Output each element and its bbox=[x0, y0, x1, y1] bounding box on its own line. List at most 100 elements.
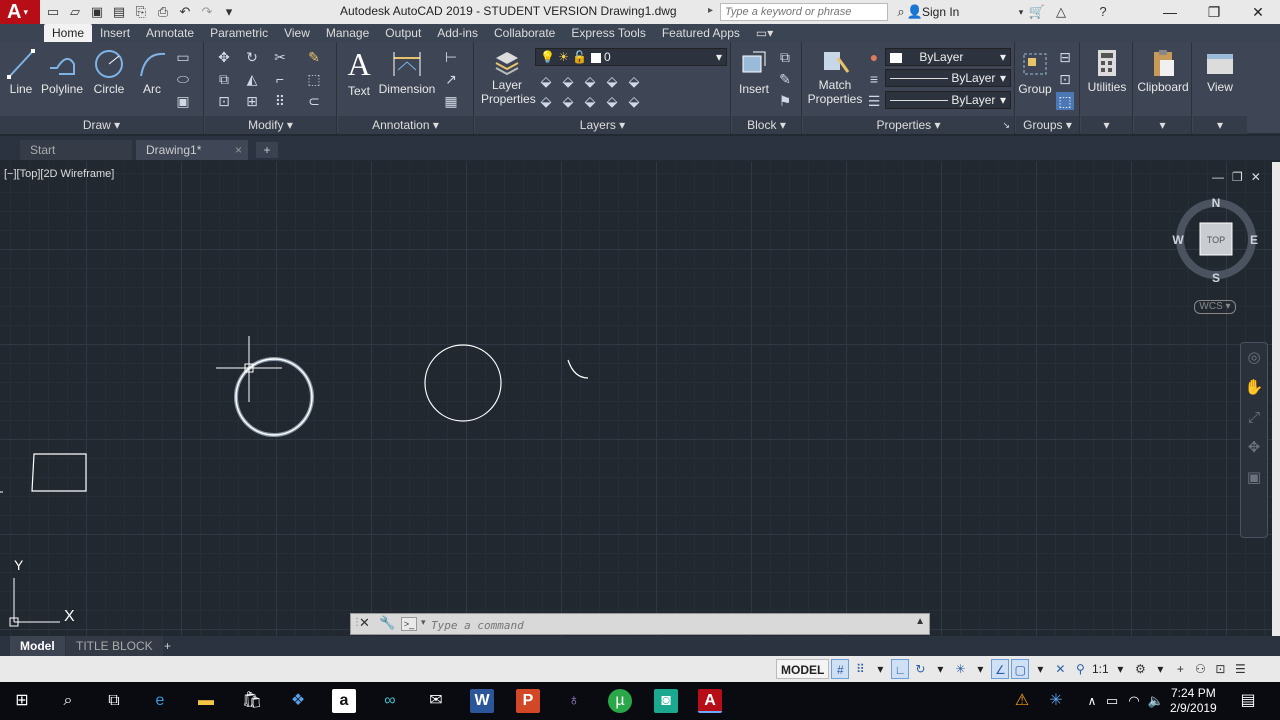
object-snap-icon[interactable]: ▢ bbox=[1011, 659, 1030, 679]
dialog-launcher-icon[interactable]: ↘ bbox=[1002, 116, 1010, 134]
app-menu-button[interactable]: A ▾ bbox=[0, 0, 40, 24]
wcs-menu-button[interactable]: WCS ▾ bbox=[1194, 300, 1236, 314]
insert-tool[interactable]: Insert bbox=[734, 48, 774, 96]
layer-isolate-icon[interactable]: ⬙ bbox=[559, 72, 577, 90]
mail-icon[interactable]: ✉ bbox=[424, 689, 448, 713]
color-dropdown[interactable]: ByLayer ▾ bbox=[885, 48, 1011, 66]
auto-scale-icon[interactable]: ⚲ bbox=[1071, 659, 1089, 679]
copy-icon[interactable]: ⧉ bbox=[215, 70, 233, 88]
action-center-icon[interactable]: ▤ bbox=[1236, 689, 1260, 713]
annotation-scale[interactable]: 1:1 bbox=[1091, 659, 1109, 679]
sign-in-link[interactable]: Sign In bbox=[922, 5, 959, 19]
layers-panel-footer[interactable]: Layers ▾ bbox=[475, 116, 730, 134]
model-space-toggle[interactable]: MODEL bbox=[776, 659, 830, 679]
clipboard-tool[interactable]: Clipboard bbox=[1134, 48, 1192, 94]
command-input[interactable] bbox=[431, 617, 891, 633]
ungroup-icon[interactable]: ⊟ bbox=[1056, 48, 1074, 66]
layer-previous-icon[interactable]: ⬙ bbox=[625, 92, 643, 110]
group-tool[interactable]: Group bbox=[1016, 48, 1054, 96]
zoom-extents-icon[interactable]: ⤢ bbox=[1241, 403, 1267, 433]
new-tab-button[interactable]: + bbox=[256, 142, 278, 158]
tab-annotate[interactable]: Annotate bbox=[138, 24, 202, 42]
plus-icon[interactable]: + bbox=[1171, 659, 1189, 679]
help-icon[interactable]: ? bbox=[1094, 3, 1112, 21]
tab-insert[interactable]: Insert bbox=[92, 24, 138, 42]
save-as-icon[interactable]: ▤ bbox=[110, 3, 128, 21]
open-file-icon[interactable]: ▱ bbox=[66, 3, 84, 21]
tab-manage[interactable]: Manage bbox=[318, 24, 377, 42]
modify-panel-footer[interactable]: Modify ▾ bbox=[205, 116, 336, 134]
a360-icon[interactable]: △ bbox=[1052, 3, 1070, 21]
group-edit-icon[interactable]: ⊡ bbox=[1056, 70, 1074, 88]
close-button[interactable]: ✕ bbox=[1236, 0, 1280, 24]
clean-screen-icon[interactable]: ⊡ bbox=[1211, 659, 1229, 679]
word-icon[interactable]: W bbox=[470, 689, 494, 713]
fillet-icon[interactable]: ⌐ bbox=[271, 70, 289, 88]
object-snap-tracking-icon[interactable]: ∠ bbox=[991, 659, 1010, 679]
erase-icon[interactable]: ✎ bbox=[305, 48, 323, 66]
battery-icon[interactable]: ▭ bbox=[1100, 689, 1124, 713]
powerpoint-icon[interactable]: P bbox=[516, 689, 540, 713]
rotate-icon[interactable]: ↻ bbox=[243, 48, 261, 66]
dimension-tool[interactable]: Dimension bbox=[378, 48, 436, 96]
line-tool[interactable]: Line bbox=[4, 48, 38, 96]
color-wheel-icon[interactable]: ● bbox=[865, 48, 883, 66]
mirror-icon[interactable]: ◭ bbox=[243, 70, 261, 88]
ribbon-display-toggle-icon[interactable]: ▭▾ bbox=[748, 24, 781, 42]
layer-freeze-icon[interactable]: ⬙ bbox=[581, 72, 599, 90]
tab-collaborate[interactable]: Collaborate bbox=[486, 24, 563, 42]
minimize-button[interactable]: — bbox=[1148, 0, 1192, 24]
chevron-down-icon[interactable]: ▾ bbox=[931, 659, 949, 679]
create-block-icon[interactable]: ⧉ bbox=[776, 48, 794, 66]
windows-start-icon[interactable]: ⊞ bbox=[10, 689, 34, 713]
block-panel-footer[interactable]: Block ▾ bbox=[732, 116, 801, 134]
tab-start[interactable]: Start bbox=[20, 140, 132, 160]
utilities-panel-footer[interactable]: ▾ bbox=[1081, 116, 1132, 134]
rectangle-icon[interactable]: ▭ bbox=[174, 48, 192, 66]
lineweight-dropdown[interactable]: ByLayer ▾ bbox=[885, 69, 1011, 87]
redo-icon[interactable]: ↷ bbox=[198, 3, 216, 21]
chevron-down-icon[interactable]: ▾ bbox=[871, 659, 889, 679]
linetype-dropdown[interactable]: ByLayer ▾ bbox=[885, 91, 1011, 109]
store-icon[interactable]: 🛍 bbox=[240, 689, 264, 713]
volume-icon[interactable]: 🔈 bbox=[1144, 689, 1168, 713]
canvas-scroll-strip[interactable] bbox=[1272, 162, 1280, 636]
qat-customize-icon[interactable]: ▾ bbox=[220, 3, 238, 21]
viewport-controls-label[interactable]: [−][Top][2D Wireframe] bbox=[4, 168, 114, 180]
layer-on-icon[interactable]: ⬙ bbox=[537, 92, 555, 110]
tab-output[interactable]: Output bbox=[377, 24, 429, 42]
table-icon[interactable]: ▦ bbox=[442, 92, 460, 110]
undo-icon[interactable]: ↶ bbox=[176, 3, 194, 21]
viewport-restore-icon[interactable]: ❐ bbox=[1232, 170, 1243, 184]
isodraft-icon[interactable]: ✳ bbox=[951, 659, 969, 679]
arduino-icon[interactable]: ∞ bbox=[378, 689, 402, 713]
groups-panel-footer[interactable]: Groups ▾ bbox=[1016, 116, 1079, 134]
scale-icon[interactable]: ⊞ bbox=[243, 92, 261, 110]
tab-parametric[interactable]: Parametric bbox=[202, 24, 276, 42]
task-view-icon[interactable]: ⧉ bbox=[102, 689, 126, 713]
linear-dim-icon[interactable]: ⊢ bbox=[442, 48, 460, 66]
gaming-app-icon[interactable]: ◙ bbox=[654, 689, 678, 713]
annotation-visibility-icon[interactable]: ✕ bbox=[1051, 659, 1069, 679]
layer-unlock-icon[interactable]: ⬙ bbox=[603, 92, 621, 110]
amazon-icon[interactable]: a bbox=[332, 689, 356, 713]
utilities-tool[interactable]: Utilities bbox=[1081, 48, 1133, 94]
showmotion-icon[interactable]: ▣ bbox=[1241, 463, 1267, 493]
lineweight-icon[interactable]: ≡ bbox=[865, 70, 883, 88]
text-tool[interactable]: A Text bbox=[342, 46, 376, 98]
orbit-icon[interactable]: ✥ bbox=[1241, 433, 1267, 463]
edit-block-icon[interactable]: ✎ bbox=[776, 70, 794, 88]
clipboard-panel-footer[interactable]: ▾ bbox=[1134, 116, 1191, 134]
polyline-tool[interactable]: Polyline bbox=[38, 48, 86, 96]
chevron-down-icon[interactable]: ▾ bbox=[971, 659, 989, 679]
chevron-down-icon[interactable]: ▾ bbox=[1031, 659, 1049, 679]
search-expand-icon[interactable]: ▸ bbox=[708, 5, 713, 16]
offset-icon[interactable]: ⊂ bbox=[305, 92, 323, 110]
autocad-taskbar-icon[interactable]: A bbox=[698, 689, 722, 713]
chevron-up-icon[interactable]: ▲ bbox=[915, 616, 925, 627]
tab-drawing1[interactable]: Drawing1* × bbox=[136, 140, 248, 160]
customization-icon[interactable]: ☰ bbox=[1231, 659, 1249, 679]
search-input[interactable] bbox=[720, 3, 888, 21]
polar-icon[interactable]: ↻ bbox=[911, 659, 929, 679]
steering-wheel-icon[interactable]: ◎ bbox=[1241, 343, 1267, 373]
